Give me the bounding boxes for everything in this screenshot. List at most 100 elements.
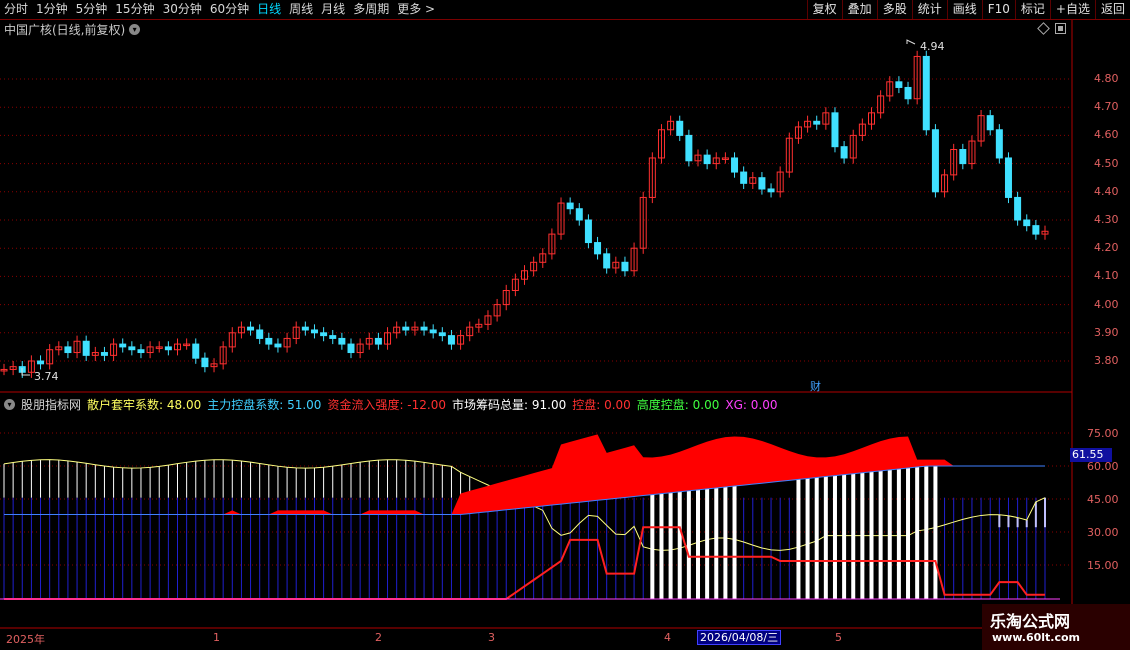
price-tick: 4.70 — [1094, 100, 1119, 114]
candle-body — [804, 120, 812, 128]
period-tab[interactable]: 日线 — [253, 0, 285, 19]
indicator-value: 控盘: 0.00 — [572, 398, 631, 412]
indicator-value: 主力控盘系数: 51.00 — [207, 398, 322, 412]
candle-body — [475, 323, 483, 328]
candle-body — [27, 360, 35, 373]
candle-body — [913, 55, 921, 100]
indicator-value: XG: 0.00 — [725, 397, 778, 412]
chart-title-bar: 中国广核(日线,前复权) ▾ — [4, 21, 141, 38]
period-tab[interactable]: 15分钟 — [111, 0, 158, 19]
candle-body — [0, 368, 8, 372]
candle-body — [858, 123, 866, 136]
kline-chart[interactable]: 4.94 3.74 — [0, 0, 1130, 650]
candle-body — [384, 332, 392, 345]
price-tick: 4.50 — [1094, 156, 1119, 170]
low-price-label: 3.74 — [34, 370, 59, 383]
candle-body — [849, 134, 857, 159]
candle-body — [548, 233, 556, 255]
candle-body — [110, 343, 118, 356]
candle-body — [886, 81, 894, 97]
candle-body — [493, 304, 501, 317]
toolbar-button[interactable]: 统计 — [911, 0, 947, 19]
candle-body — [977, 115, 985, 142]
candle-body — [922, 55, 930, 131]
toolbar-button[interactable]: +自选 — [1049, 0, 1095, 19]
fund-area — [4, 434, 1045, 515]
candle-body — [694, 154, 702, 162]
candle-body — [1023, 219, 1031, 227]
candle-body — [721, 157, 729, 160]
candle-body — [365, 337, 373, 345]
toolbar-button[interactable]: 叠加 — [841, 0, 877, 19]
diamond-icon[interactable] — [1037, 22, 1050, 35]
candle-body — [941, 174, 949, 193]
candle-body — [840, 146, 848, 159]
period-tab[interactable]: 更多 > — [393, 0, 439, 19]
indicator-tick: 15.00 — [1087, 559, 1119, 572]
candle-body — [703, 154, 711, 165]
candle-body — [457, 335, 465, 345]
period-tabs: 分时 1分钟 5分钟 15分钟 30分钟 60分钟 日线 周线 月线 多周期 更多 > — [0, 0, 439, 19]
candle-body — [210, 363, 218, 368]
toolbar-button[interactable]: 画线 — [946, 0, 982, 19]
period-tab[interactable]: 5分钟 — [72, 0, 112, 19]
period-tab[interactable]: 分时 — [0, 0, 32, 19]
price-tick: 3.90 — [1094, 325, 1119, 339]
candle-body — [630, 247, 638, 272]
candle-body — [731, 157, 739, 173]
candle-body — [164, 346, 172, 351]
candle-body — [128, 346, 136, 351]
period-tab[interactable]: 1分钟 — [32, 0, 72, 19]
candle-body — [283, 337, 291, 348]
toolbar-button[interactable]: 多股 — [876, 0, 912, 19]
toolbar-button[interactable]: F10 — [981, 0, 1015, 19]
period-tab[interactable]: 周线 — [285, 0, 317, 19]
period-toolbar: 分时 1分钟 5分钟 15分钟 30分钟 60分钟 日线 周线 月线 多周期 更多 > 复权 叠加 多股… — [0, 0, 1130, 20]
candle-body — [594, 242, 602, 255]
candle-body — [877, 95, 885, 114]
candle-body — [758, 177, 766, 190]
toolbar-button[interactable]: 复权 — [806, 0, 842, 19]
finance-marker[interactable]: 财 — [810, 378, 821, 394]
candle-body — [931, 129, 939, 193]
candle-body — [447, 335, 455, 345]
toolbar-button[interactable]: 返回 — [1094, 0, 1130, 19]
candle-body — [466, 326, 474, 337]
date-tick: 2 — [375, 631, 382, 644]
candlestick-series — [0, 39, 1049, 378]
chevron-down-icon[interactable]: ▾ — [4, 399, 15, 410]
date-tick: 4 — [664, 631, 671, 644]
candle-body — [986, 115, 994, 131]
period-tab[interactable]: 月线 — [317, 0, 349, 19]
candle-body — [411, 326, 419, 331]
candle-body — [584, 219, 592, 244]
candle-body — [1004, 157, 1012, 198]
candle-body — [502, 290, 510, 306]
period-tab[interactable]: 60分钟 — [206, 0, 253, 19]
indicator-title-bar: ▾ 股朋指标网 散户套牢系数: 48.00 主力控盘系数: 51.00 资金流入强度… — [4, 396, 777, 413]
candle-body — [648, 157, 656, 198]
candle-body — [374, 337, 382, 345]
candle-body — [438, 332, 446, 337]
watermark-url: www.60lt.com — [992, 631, 1081, 644]
candle-body — [995, 129, 1003, 159]
candle-body — [539, 253, 547, 263]
candle-body — [37, 360, 45, 365]
price-tick: 4.10 — [1094, 269, 1119, 283]
candle-body — [356, 343, 364, 354]
indicator-value: 高度控盘: 0.00 — [636, 398, 720, 412]
indicator-name[interactable]: 股朋指标网 — [21, 396, 81, 413]
candle-body — [813, 120, 821, 125]
toolbar-button[interactable]: 标记 — [1014, 0, 1050, 19]
chevron-down-icon[interactable]: ▾ — [129, 24, 141, 35]
candle-body — [265, 337, 273, 345]
window-toggle-icon[interactable] — [1055, 23, 1066, 34]
candle-body — [639, 196, 647, 249]
candle-body — [393, 326, 401, 334]
period-tab[interactable]: 30分钟 — [159, 0, 206, 19]
candle-body — [1032, 225, 1040, 235]
candle-body — [274, 343, 282, 348]
high-marker — [906, 39, 916, 45]
candle-body — [310, 329, 318, 334]
period-tab[interactable]: 多周期 — [349, 0, 393, 19]
